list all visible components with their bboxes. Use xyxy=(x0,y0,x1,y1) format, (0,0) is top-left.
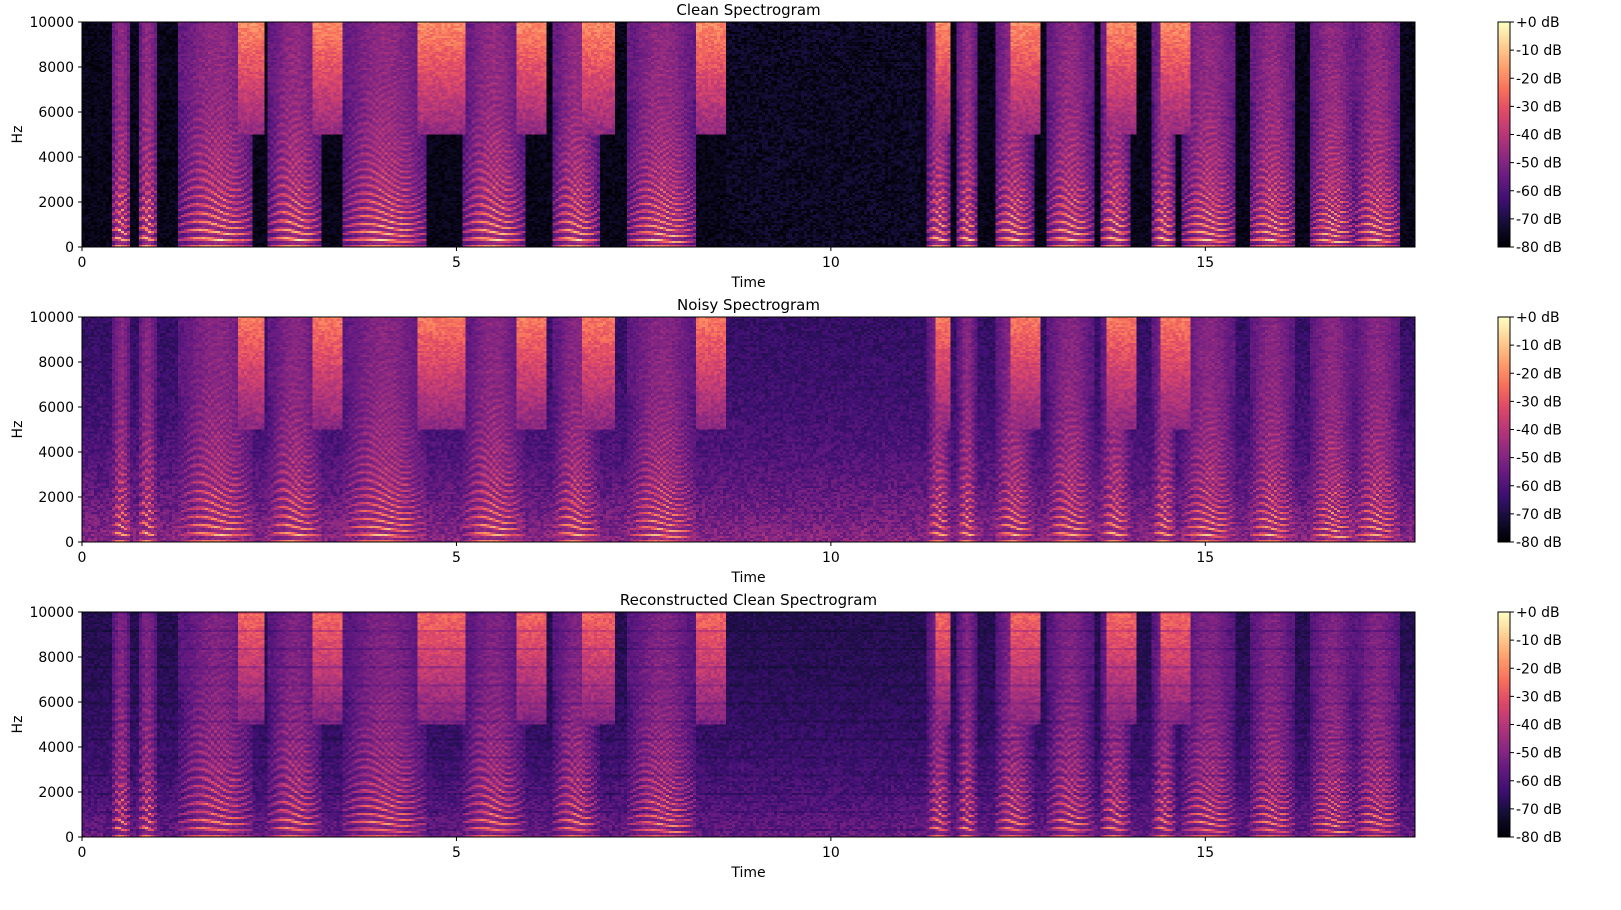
colorbar-tick-label: -10 dB xyxy=(1516,338,1562,354)
y-tick-label: 4000 xyxy=(38,445,74,461)
y-tick-label: 0 xyxy=(65,240,74,256)
y-tick-label: 8000 xyxy=(38,60,74,76)
colorbar-tick-label: -50 dB xyxy=(1516,451,1562,467)
y-axis-label: Hz xyxy=(10,126,26,144)
y-tick-label: 10000 xyxy=(29,310,74,326)
x-tick-label: 0 xyxy=(78,255,87,271)
y-tick-label: 2000 xyxy=(38,195,74,211)
x-axis-label: Time xyxy=(730,570,765,586)
y-tick-label: 4000 xyxy=(38,150,74,166)
colorbar-tick-label: -30 dB xyxy=(1516,99,1562,115)
y-tick-label: 6000 xyxy=(38,695,74,711)
colorbar-tick-label: -40 dB xyxy=(1516,423,1562,439)
x-tick-label: 10 xyxy=(822,255,840,271)
colorbar-tick-label: -40 dB xyxy=(1516,128,1562,144)
subplot-2: Noisy Spectrogram 0 5 10 15 Time 0 2000 4000 6000… xyxy=(10,296,1562,586)
colorbar-tick-label: -80 dB xyxy=(1516,535,1562,551)
y-tick-label: 2000 xyxy=(38,490,74,506)
colorbar-tick-label: +0 dB xyxy=(1516,310,1560,326)
y-tick-label: 8000 xyxy=(38,650,74,666)
colorbar-tick-label: -50 dB xyxy=(1516,746,1562,762)
colorbar-tick-label: -80 dB xyxy=(1516,240,1562,256)
x-axis-label: Time xyxy=(730,275,765,291)
y-axis-label: Hz xyxy=(10,716,26,734)
y-tick-label: 0 xyxy=(65,830,74,846)
colorbar-tick-label: -10 dB xyxy=(1516,43,1562,59)
figure: Clean Spectrogram 0 5 10 15 Time 0 2000 4000 6000… xyxy=(10,1,1562,881)
colorbar-tick-label: -20 dB xyxy=(1516,71,1562,87)
colorbar-tick-label: +0 dB xyxy=(1516,15,1560,31)
colorbar-tick-label: -60 dB xyxy=(1516,774,1562,790)
y-tick-label: 6000 xyxy=(38,400,74,416)
subplot-1: Clean Spectrogram 0 5 10 15 Time 0 2000 4000 6000… xyxy=(10,1,1562,291)
y-tick-label: 10000 xyxy=(29,15,74,31)
x-axis-label: Time xyxy=(730,865,765,881)
colorbar: +0 dB -10 dB -20 dB -30 dB -40 dB -50 dB -60 d… xyxy=(1497,310,1562,551)
x-tick-label: 5 xyxy=(452,550,461,566)
x-tick-label: 10 xyxy=(822,550,840,566)
x-tick-label: 5 xyxy=(452,255,461,271)
colorbar-tick-label: -60 dB xyxy=(1516,184,1562,200)
spectrogram-image xyxy=(82,317,1415,542)
colorbar-tick-label: -50 dB xyxy=(1516,156,1562,172)
colorbar-tick-label: -20 dB xyxy=(1516,661,1562,677)
colorbar-tick-label: -70 dB xyxy=(1516,507,1562,523)
y-tick-label: 8000 xyxy=(38,355,74,371)
x-tick-label: 0 xyxy=(78,845,87,861)
colorbar-gradient xyxy=(1498,22,1510,247)
chart-title: Reconstructed Clean Spectrogram xyxy=(620,591,877,609)
y-axis-label: Hz xyxy=(10,421,26,439)
x-tick-label: 10 xyxy=(822,845,840,861)
y-tick-label: 0 xyxy=(65,535,74,551)
x-tick-label: 15 xyxy=(1196,255,1214,271)
subplot-3: Reconstructed Clean Spectrogram 0 5 10 15 Tim… xyxy=(10,591,1562,881)
spectrogram-image xyxy=(82,612,1415,837)
colorbar: +0 dB -10 dB -20 dB -30 dB -40 dB -50 dB -60 d… xyxy=(1497,15,1562,256)
colorbar-tick-label: -40 dB xyxy=(1516,718,1562,734)
colorbar-tick-label: +0 dB xyxy=(1516,605,1560,621)
chart-title: Clean Spectrogram xyxy=(676,1,820,19)
colorbar-tick-label: -30 dB xyxy=(1516,689,1562,705)
colorbar-tick-label: -70 dB xyxy=(1516,802,1562,818)
y-tick-label: 10000 xyxy=(29,605,74,621)
colorbar-tick-label: -60 dB xyxy=(1516,479,1562,495)
colorbar-tick-label: -10 dB xyxy=(1516,633,1562,649)
x-tick-label: 15 xyxy=(1196,845,1214,861)
y-tick-label: 6000 xyxy=(38,105,74,121)
y-tick-label: 4000 xyxy=(38,740,74,756)
colorbar: +0 dB -10 dB -20 dB -30 dB -40 dB -50 dB -60 d… xyxy=(1497,605,1562,846)
colorbar-tick-label: -30 dB xyxy=(1516,394,1562,410)
colorbar-tick-label: -80 dB xyxy=(1516,830,1562,846)
x-tick-label: 15 xyxy=(1196,550,1214,566)
x-tick-label: 0 xyxy=(78,550,87,566)
chart-title: Noisy Spectrogram xyxy=(677,296,820,314)
spectrogram-image xyxy=(82,22,1415,247)
colorbar-gradient xyxy=(1498,612,1510,837)
colorbar-gradient xyxy=(1498,317,1510,542)
colorbar-tick-label: -70 dB xyxy=(1516,212,1562,228)
colorbar-tick-label: -20 dB xyxy=(1516,366,1562,382)
y-tick-label: 2000 xyxy=(38,785,74,801)
x-tick-label: 5 xyxy=(452,845,461,861)
